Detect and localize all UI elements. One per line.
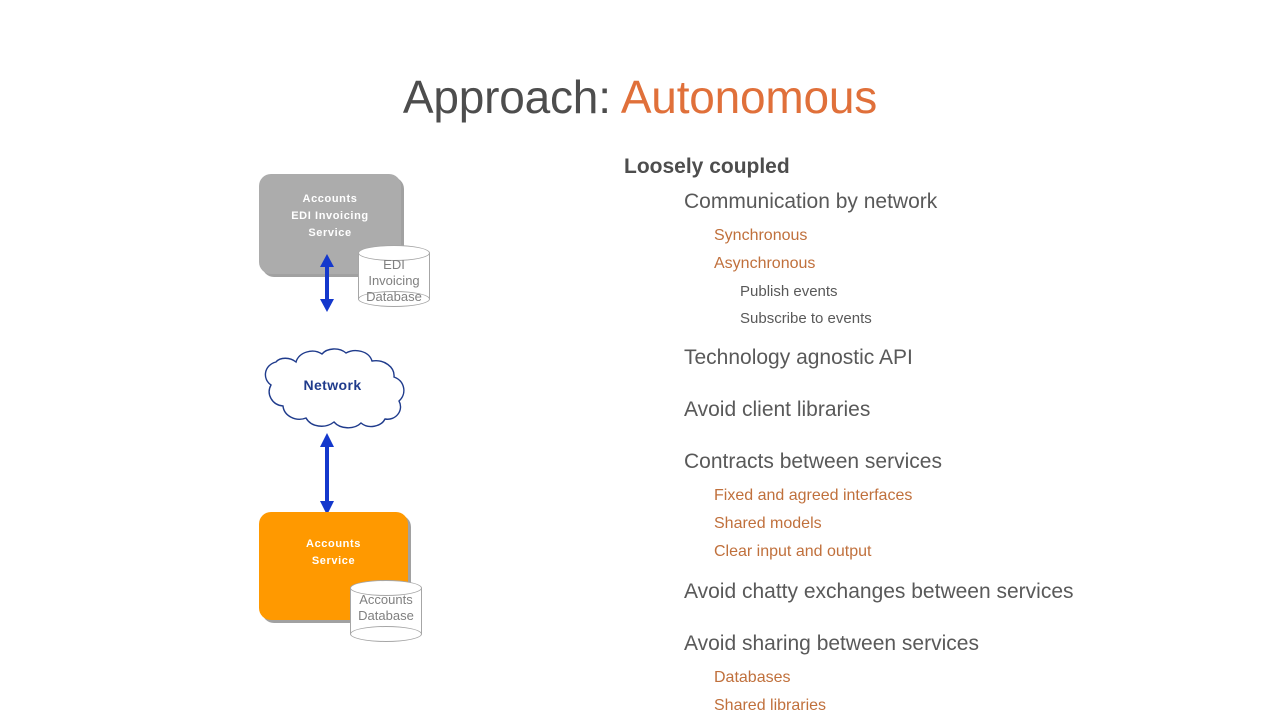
bullet-item-level-3: Fixed and agreed interfaces — [714, 487, 913, 504]
bullet-item-level-2: Avoid sharing between services — [684, 632, 979, 655]
slide-title-main: Approach: — [402, 71, 621, 123]
bullet-item-level-3: Clear input and output — [714, 543, 872, 560]
architecture-diagram: Accounts EDI Invoicing Service EDI Invoi… — [230, 150, 560, 680]
accounts-database-cylinder[interactable]: Accounts Database — [350, 580, 422, 642]
edi-invoicing-database-label: EDI Invoicing Database — [366, 257, 422, 304]
network-cloud-label: Network — [303, 377, 362, 393]
accounts-database-label: Accounts Database — [358, 592, 414, 623]
bullet-item-level-3: Shared models — [714, 515, 822, 532]
arrow-service-to-network — [318, 254, 336, 312]
bullet-item-level-4: Publish events — [740, 283, 838, 300]
bullet-item-level-2: Technology agnostic API — [684, 346, 913, 369]
slide-title: Approach: Autonomous — [0, 68, 1280, 126]
bullet-item-level-2: Communication by network — [684, 190, 938, 213]
cylinder-bottom-ellipse — [350, 626, 422, 642]
bullet-list: Loosely coupled Communication by network S… — [600, 152, 1260, 720]
bullet-item-level-4: Subscribe to events — [740, 310, 872, 327]
bullet-item-level-3: Databases — [714, 669, 791, 686]
bullet-item-level-3: Shared libraries — [714, 697, 827, 714]
bullet-item-level-2: Avoid client libraries — [684, 398, 871, 421]
network-cloud[interactable]: Network — [255, 348, 410, 430]
bullet-item-level-2: Contracts between services — [684, 450, 942, 473]
arrow-network-to-accounts-service — [318, 433, 336, 515]
edi-invoicing-database-cylinder[interactable]: EDI Invoicing Database — [358, 245, 430, 307]
bullet-item-level-1: Loosely coupled — [624, 155, 790, 178]
slide-title-accent: Autonomous — [620, 71, 878, 123]
bullet-item-level-2: Avoid chatty exchanges between services — [684, 580, 1074, 603]
bullet-item-level-3: Synchronous — [714, 227, 808, 244]
bullet-item-level-3: Asynchronous — [714, 255, 816, 272]
